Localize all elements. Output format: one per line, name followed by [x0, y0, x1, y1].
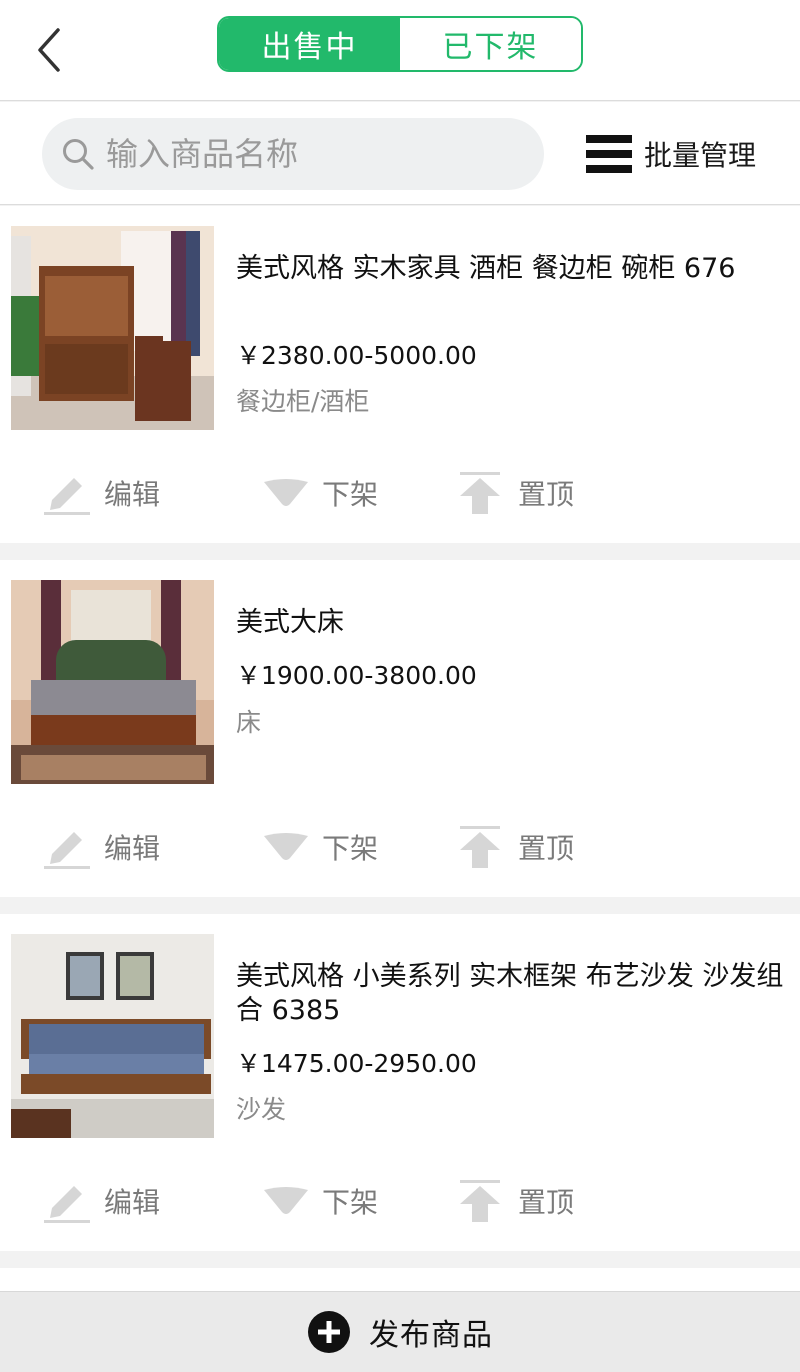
arrow-up-to-top-icon	[460, 826, 500, 868]
status-segmented-control: 出售中 已下架	[217, 16, 583, 72]
edit-button[interactable]: 编辑	[44, 463, 160, 523]
pin-top-label: 置顶	[518, 1186, 575, 1219]
chevron-down-icon	[264, 833, 308, 860]
pencil-icon	[44, 1186, 90, 1223]
plus-circle-icon	[308, 1311, 350, 1353]
pin-top-button[interactable]: 置顶	[458, 1171, 574, 1231]
product-title[interactable]: 美式风格 小美系列 实木框架 布艺沙发 沙发组合 6385	[236, 960, 784, 1028]
pin-top-label: 置顶	[518, 478, 575, 511]
product-image[interactable]	[11, 934, 214, 1138]
top-header: 出售中 已下架	[0, 0, 800, 101]
edit-button[interactable]: 编辑	[44, 1171, 160, 1231]
chevron-down-icon	[264, 1187, 308, 1214]
product-price: ￥1475.00-2950.00	[236, 1049, 477, 1078]
product-card: 美式风格 实木家具 酒柜 餐边柜 碗柜 676 ￥2380.00-5000.00…	[0, 206, 800, 543]
sofa-photo	[11, 934, 214, 1138]
back-button[interactable]	[28, 22, 72, 78]
edit-label: 编辑	[104, 478, 161, 511]
product-card-partial	[0, 1268, 800, 1291]
tab-delisted[interactable]: 已下架	[400, 18, 581, 70]
pencil-icon	[44, 832, 90, 869]
chevron-left-icon	[38, 28, 60, 72]
menu-icon	[586, 135, 632, 173]
search-bar: 批量管理	[0, 102, 800, 205]
tab-on-sale[interactable]: 出售中	[219, 18, 400, 70]
batch-manage-label: 批量管理	[644, 139, 757, 172]
bed-photo	[11, 580, 214, 784]
publish-product-label: 发布商品	[369, 1318, 493, 1353]
search-input[interactable]	[106, 135, 526, 173]
publish-product-button[interactable]: 发布商品	[0, 1291, 800, 1372]
product-price: ￥1900.00-3800.00	[236, 661, 477, 690]
product-price: ￥2380.00-5000.00	[236, 341, 477, 370]
product-title[interactable]: 美式大床	[236, 606, 784, 640]
product-category: 餐边柜/酒柜	[236, 387, 370, 416]
card-actions: 编辑 下架 置顶	[0, 463, 800, 523]
product-image[interactable]	[11, 580, 214, 784]
edit-label: 编辑	[104, 1186, 161, 1219]
card-actions: 编辑 下架 置顶	[0, 1171, 800, 1231]
pin-top-button[interactable]: 置顶	[458, 463, 574, 523]
edit-label: 编辑	[104, 832, 161, 865]
delist-label: 下架	[322, 478, 379, 511]
product-card: 美式大床 ￥1900.00-3800.00 床 编辑 下架 置顶	[0, 560, 800, 897]
card-actions: 编辑 下架 置顶	[0, 817, 800, 877]
arrow-up-to-top-icon	[460, 1180, 500, 1222]
delist-button[interactable]: 下架	[262, 817, 378, 877]
product-category: 沙发	[236, 1095, 287, 1124]
edit-button[interactable]: 编辑	[44, 817, 160, 877]
pin-top-label: 置顶	[518, 832, 575, 865]
product-title[interactable]: 美式风格 实木家具 酒柜 餐边柜 碗柜 676	[236, 252, 784, 286]
search-icon	[63, 139, 94, 170]
search-box[interactable]	[42, 118, 544, 190]
sideboard-cabinet-photo	[11, 226, 214, 430]
arrow-up-to-top-icon	[460, 472, 500, 514]
pin-top-button[interactable]: 置顶	[458, 817, 574, 877]
delist-label: 下架	[322, 1186, 379, 1219]
batch-manage-button[interactable]: 批量管理	[586, 132, 756, 176]
delist-button[interactable]: 下架	[262, 463, 378, 523]
product-card: 美式风格 小美系列 实木框架 布艺沙发 沙发组合 6385 ￥1475.00-2…	[0, 914, 800, 1251]
delist-label: 下架	[322, 832, 379, 865]
pencil-icon	[44, 478, 90, 515]
chevron-down-icon	[264, 479, 308, 506]
delist-button[interactable]: 下架	[262, 1171, 378, 1231]
product-image[interactable]	[11, 226, 214, 430]
product-category: 床	[236, 708, 262, 737]
